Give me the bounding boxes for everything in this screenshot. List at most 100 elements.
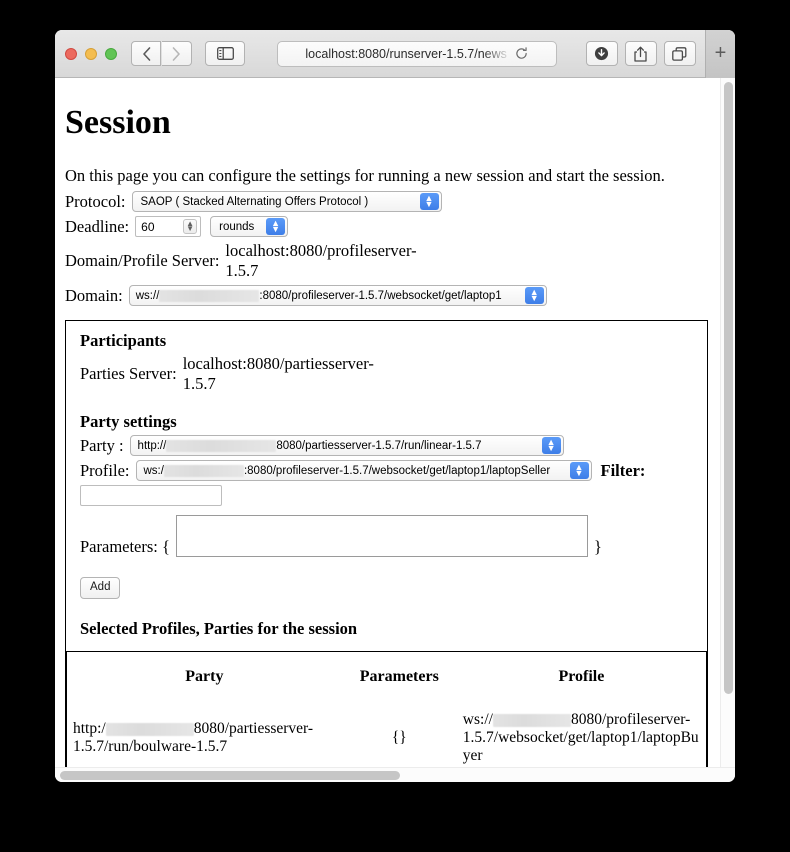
- deadline-unit-select[interactable]: rounds ▲ ▼: [210, 216, 289, 237]
- domain-suffix: :8080/profileserver-1.5.7/websocket/get/…: [259, 289, 502, 302]
- party-prefix: http://: [137, 439, 167, 452]
- vertical-scrollbar[interactable]: [720, 78, 735, 767]
- add-button[interactable]: Add: [80, 577, 121, 599]
- maximize-window-button[interactable]: [105, 47, 117, 60]
- parameters-label-open: Parameters: {: [80, 537, 170, 556]
- participants-heading: Participants: [80, 331, 167, 350]
- address-bar[interactable]: localhost:8080/runserver-1.5.7/news: [276, 40, 557, 67]
- chevron-updown-icon: ▲ ▼: [524, 287, 544, 304]
- redacted-host: [492, 713, 571, 727]
- protocol-row: Protocol: SAOP ( Stacked Alternating Off…: [65, 191, 707, 212]
- stepper-updown-icon[interactable]: ▲ ▼: [183, 219, 198, 234]
- add-button-row: Add: [80, 561, 693, 599]
- domain-profile-server-row: Domain/Profile Server: localhost:8080/pr…: [65, 241, 707, 281]
- browser-toolbar: localhost:8080/runserver-1.5.7/news +: [55, 30, 735, 78]
- tab-overview-button[interactable]: [663, 41, 696, 66]
- tab-overview-icon: [672, 46, 687, 61]
- party-label: Party :: [80, 435, 124, 455]
- redacted-host: [159, 289, 260, 302]
- table-body: http:/8080/partiesserver-1.5.7/run/boulw…: [67, 704, 706, 767]
- new-tab-button[interactable]: +: [704, 30, 735, 78]
- share-button[interactable]: [624, 41, 657, 66]
- page-title: Session: [65, 104, 171, 141]
- deadline-number-input[interactable]: 60 ▲ ▼: [135, 216, 202, 237]
- reload-button[interactable]: [515, 47, 528, 60]
- chevron-left-icon: [142, 46, 150, 61]
- horizontal-scrollbar-thumb[interactable]: [60, 771, 400, 780]
- participants-fieldset: Participants Parties Server: localhost:8…: [65, 320, 708, 652]
- domain-profile-server-label: Domain/Profile Server:: [65, 251, 220, 270]
- toolbar-right-actions: +: [580, 30, 735, 78]
- column-header-party: Party: [67, 651, 342, 704]
- protocol-select-value: SAOP ( Stacked Alternating Offers Protoc…: [140, 195, 369, 208]
- deadline-value: 60: [141, 219, 155, 234]
- parameters-row: Parameters: { }: [80, 515, 693, 557]
- url-text: localhost:8080/runserver-1.5.7/news: [305, 46, 507, 61]
- party-select[interactable]: http:// 8080/partiesserver-1.5.7/run/lin…: [129, 435, 564, 456]
- profile-prefix: ws://: [462, 710, 493, 728]
- parameters-input[interactable]: [175, 515, 588, 557]
- domain-profile-server-value: localhost:8080/profileserver-1.5.7: [225, 241, 417, 280]
- deadline-label: Deadline:: [65, 216, 130, 236]
- selected-profiles-table: Party Parameters Profile http:/8080/part…: [67, 651, 706, 767]
- party-settings-heading: Party settings: [80, 412, 177, 431]
- downloads-button[interactable]: [585, 41, 618, 66]
- profile-suffix: :8080/profileserver-1.5.7/websocket/get/…: [243, 464, 551, 477]
- cell-profile: ws://8080/profileserver-1.5.7/websocket/…: [457, 704, 706, 767]
- minimize-window-button[interactable]: [85, 47, 97, 60]
- sidebar-toggle-icon: [216, 47, 234, 60]
- cell-parameters: {}: [391, 729, 407, 747]
- table-row[interactable]: http:/8080/partiesserver-1.5.7/run/boulw…: [67, 704, 706, 767]
- domain-profile-server-input[interactable]: localhost:8080/profileserver-1.5.7: [225, 241, 445, 281]
- chevron-right-icon: [172, 46, 180, 61]
- page-intro: On this page you can configure the setti…: [65, 166, 665, 185]
- party-prefix: http:/: [73, 719, 106, 737]
- share-icon: [634, 46, 648, 62]
- navigation-buttons: [131, 41, 193, 66]
- filter-label: Filter:: [600, 460, 646, 480]
- table-head: Party Parameters Profile: [67, 651, 706, 704]
- parties-server-input[interactable]: localhost:8080/partiesserver-1.5.7: [183, 354, 399, 394]
- chevron-updown-icon: ▲ ▼: [541, 437, 561, 454]
- deadline-unit-value: rounds: [219, 220, 255, 233]
- chevron-updown-icon: ▲ ▼: [569, 462, 589, 479]
- back-button[interactable]: [131, 41, 161, 66]
- profile-prefix: ws:/: [143, 464, 164, 477]
- profile-row: Profile: ws:/ :8080/profileserver-1.5.7/…: [80, 460, 693, 481]
- selected-profiles-table-wrapper: Party Parameters Profile http:/8080/part…: [65, 651, 708, 767]
- window-controls: [65, 47, 117, 60]
- sidebar-toggle-button[interactable]: [205, 41, 245, 66]
- column-header-profile: Profile: [456, 651, 706, 704]
- filter-input[interactable]: [80, 485, 222, 506]
- party-row: Party : http:// 8080/partiesserver-1.5.7…: [80, 435, 693, 456]
- page-content: Session On this page you can configure t…: [55, 78, 717, 767]
- chevron-updown-icon: ▲ ▼: [419, 193, 439, 210]
- page-viewport: Session On this page you can configure t…: [55, 78, 735, 767]
- parameters-label-close: }: [593, 537, 602, 556]
- parties-server-label: Parties Server:: [80, 364, 177, 383]
- domain-row: Domain: ws:// :8080/profileserver-1.5.7/…: [65, 285, 707, 306]
- horizontal-scrollbar[interactable]: [55, 767, 735, 782]
- domain-select[interactable]: ws:// :8080/profileserver-1.5.7/websocke…: [128, 285, 547, 306]
- party-suffix: 8080/partiesserver-1.5.7/run/linear-1.5.…: [276, 439, 482, 452]
- redacted-host: [105, 722, 194, 736]
- close-window-button[interactable]: [65, 47, 77, 60]
- redacted-host: [163, 464, 244, 477]
- domain-label: Domain:: [65, 285, 123, 305]
- vertical-scrollbar-thumb[interactable]: [724, 82, 733, 694]
- filter-row: [80, 485, 693, 506]
- protocol-label: Protocol:: [65, 191, 126, 211]
- forward-button[interactable]: [162, 41, 192, 66]
- table-header-row: Party Parameters Profile: [67, 651, 706, 704]
- browser-window: localhost:8080/runserver-1.5.7/news + Se…: [55, 30, 735, 782]
- reload-icon: [516, 47, 527, 59]
- column-header-parameters: Parameters: [341, 651, 457, 704]
- domain-prefix: ws://: [135, 289, 160, 302]
- profile-select[interactable]: ws:/ :8080/profileserver-1.5.7/websocket…: [135, 460, 592, 481]
- new-tab-label: +: [714, 42, 727, 64]
- profile-label: Profile:: [80, 460, 130, 480]
- parties-server-row: Parties Server: localhost:8080/partiesse…: [80, 354, 693, 394]
- download-icon: [595, 46, 609, 61]
- protocol-select[interactable]: SAOP ( Stacked Alternating Offers Protoc…: [131, 191, 442, 212]
- parties-server-value: localhost:8080/partiesserver-1.5.7: [182, 354, 374, 393]
